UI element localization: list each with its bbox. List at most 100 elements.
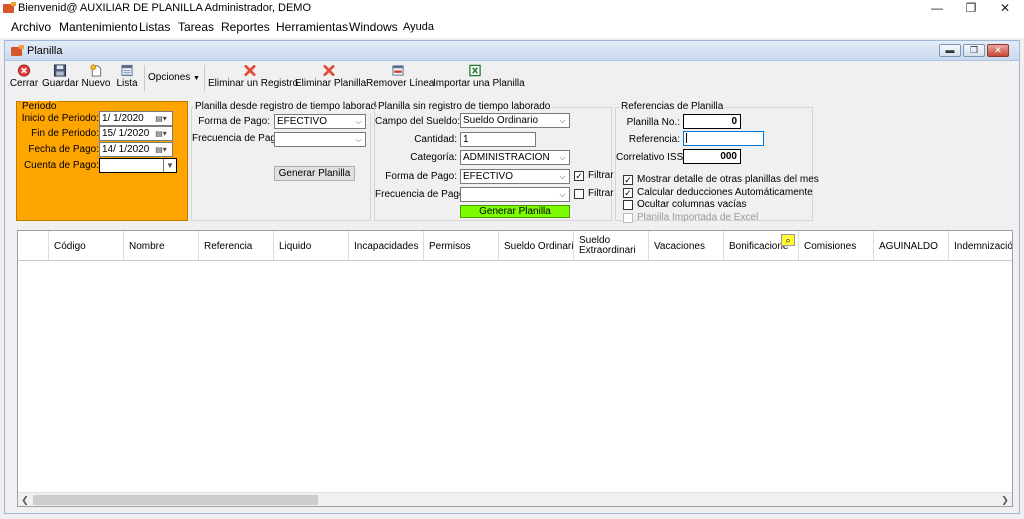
forma-pago-combo[interactable]: EFECTIVO ⌵	[460, 169, 570, 184]
planilla-window: Planilla ▬ ❐ ✕ Cerrar Guardar Nuevo List…	[4, 40, 1020, 514]
categoria-label: Categoría:	[410, 152, 457, 163]
scrollbar-thumb[interactable]	[33, 495, 318, 505]
forma-pago-label: Forma de Pago:	[198, 116, 270, 127]
list-icon	[121, 64, 133, 77]
filtrar-forma-label: Filtrar	[588, 170, 614, 181]
generar-planilla-button[interactable]: Generar Planilla	[274, 166, 355, 181]
inicio-periodo-label: Inicio de Periodo:	[21, 113, 99, 124]
menu-tareas[interactable]: Tareas	[178, 20, 214, 34]
excel-icon	[469, 64, 481, 77]
chevron-down-icon: ⌵	[559, 153, 566, 162]
cancel-icon	[17, 64, 31, 77]
cerrar-button[interactable]: Cerrar	[9, 63, 39, 93]
menu-reportes[interactable]: Reportes	[221, 20, 270, 34]
column-header[interactable]: Referencia	[199, 231, 274, 260]
scroll-right-icon[interactable]: ❯	[998, 493, 1012, 507]
menu-ayuda[interactable]: Ayuda	[403, 21, 434, 33]
desde-registro-title: Planilla desde registro de tiempo labora…	[194, 101, 383, 113]
referencias-group: Referencias de Planilla Planilla No.: 0 …	[615, 101, 819, 223]
column-header[interactable]: Sueldo Ordinario	[499, 231, 574, 260]
column-header[interactable]: Permisos	[424, 231, 499, 260]
referencia-input[interactable]	[683, 131, 764, 146]
eliminar-registro-button[interactable]: Eliminar un Registro	[208, 63, 298, 93]
floppy-disk-icon	[53, 64, 67, 77]
delete-x-icon	[244, 64, 256, 77]
scroll-left-icon[interactable]: ❮	[18, 493, 32, 507]
app-icon	[3, 2, 16, 13]
remove-row-icon	[392, 65, 404, 76]
column-header[interactable]: Nombre	[124, 231, 199, 260]
chevron-down-icon: ⌵	[355, 135, 362, 144]
close-button[interactable]: ✕	[988, 0, 1022, 17]
column-header[interactable]: Liquido	[274, 231, 349, 260]
dropdown-arrow-icon[interactable]: ▼	[163, 159, 176, 172]
menu-windows[interactable]: Windows	[349, 20, 398, 34]
planilla-no-input[interactable]: 0	[683, 114, 741, 129]
frecuencia-pago-combo[interactable]: ⌵	[460, 187, 570, 202]
fin-periodo-picker[interactable]: 15/ 1/2020 ▤▾	[99, 126, 173, 141]
mostrar-detalle-checkbox[interactable]: ✓	[623, 175, 633, 185]
fecha-pago-picker[interactable]: 14/ 1/2020 ▤▾	[99, 142, 173, 157]
column-header[interactable]: Incapacidades	[349, 231, 424, 260]
correlativo-input[interactable]: 000	[683, 149, 741, 164]
calendar-icon[interactable]: ▤▾	[151, 144, 171, 155]
magnifier-icon[interactable]: ⌕	[781, 234, 795, 246]
column-header[interactable]: Indemnización	[949, 231, 1012, 260]
calcular-deducciones-checkbox[interactable]: ✓	[623, 188, 633, 198]
nuevo-button[interactable]: Nuevo	[81, 63, 111, 93]
cantidad-label: Cantidad:	[414, 134, 457, 145]
window-titlebar: Bienvenid@ AUXILIAR DE PLANILLA Administ…	[0, 0, 1024, 17]
menu-bar: Archivo Mantenimiento Listas Tareas Repo…	[0, 17, 1024, 38]
calendar-icon[interactable]: ▤▾	[151, 113, 171, 124]
filtrar-forma-checkbox[interactable]: ✓	[574, 171, 584, 181]
campo-sueldo-label: Campo del Sueldo:	[375, 116, 461, 127]
toolbar-separator	[204, 65, 205, 91]
inicio-periodo-picker[interactable]: 1/ 1/2020 ▤▾	[99, 111, 173, 126]
guardar-button[interactable]: Guardar	[42, 63, 79, 93]
categoria-combo[interactable]: ADMINISTRACION ⌵	[460, 150, 570, 165]
window-title: Bienvenid@ AUXILIAR DE PLANILLA Administ…	[18, 2, 312, 14]
planilla-importada-checkbox	[623, 213, 633, 223]
campo-sueldo-combo[interactable]: Sueldo Ordinario ⌵	[460, 113, 570, 128]
column-header[interactable]: AGUINALDO	[874, 231, 949, 260]
column-header[interactable]: Sueldo Extraordinari	[574, 231, 649, 260]
frecuencia-pago-combo[interactable]: ⌵	[274, 132, 366, 147]
planilla-importada-label: Planilla Importada de Excel	[637, 212, 759, 223]
planilla-icon	[11, 45, 24, 56]
maximize-button[interactable]: ❐	[954, 0, 988, 17]
opciones-dropdown[interactable]: Opciones ▼	[147, 71, 201, 87]
filtrar-frecuencia-label: Filtrar	[588, 188, 614, 199]
column-header[interactable]: Código	[49, 231, 124, 260]
ocultar-columnas-checkbox[interactable]	[623, 200, 633, 210]
child-close-button[interactable]: ✕	[987, 44, 1009, 57]
ocultar-columnas-label: Ocultar columnas vacías	[637, 199, 747, 210]
forma-pago-label: Forma de Pago:	[385, 171, 457, 182]
menu-mantenimiento[interactable]: Mantenimiento	[59, 20, 138, 34]
child-minimize-button[interactable]: ▬	[939, 44, 961, 57]
chevron-down-icon: ⌵	[559, 190, 566, 199]
correlativo-label: Correlativo ISSS:	[616, 152, 693, 163]
remover-linea-button[interactable]: Remover Línea	[366, 63, 434, 93]
chevron-down-icon: ⌵	[559, 172, 566, 181]
referencia-label: Referencia:	[628, 134, 680, 145]
column-header[interactable]: Vacaciones	[649, 231, 724, 260]
child-restore-button[interactable]: ❐	[963, 44, 985, 57]
menu-listas[interactable]: Listas	[139, 20, 170, 34]
menu-archivo[interactable]: Archivo	[11, 20, 51, 34]
lista-button[interactable]: Lista	[114, 63, 140, 93]
forma-pago-combo[interactable]: EFECTIVO ⌵	[274, 114, 366, 129]
planilla-grid[interactable]: Código Nombre Referencia Liquido Incapac…	[17, 230, 1013, 507]
generar-planilla-sin-registro-button[interactable]: Generar Planilla	[460, 205, 570, 218]
cuenta-pago-combo[interactable]: ▼	[99, 158, 177, 173]
cantidad-input[interactable]: 1	[460, 132, 536, 147]
row-selector-header	[18, 231, 49, 260]
eliminar-planilla-button[interactable]: Eliminar Planilla	[295, 63, 366, 93]
importar-planilla-button[interactable]: Importar una Planilla	[433, 63, 525, 93]
menu-herramientas[interactable]: Herramientas	[276, 20, 348, 34]
column-header[interactable]: Comisiones	[799, 231, 874, 260]
minimize-button[interactable]: —	[920, 0, 954, 17]
frecuencia-pago-label: Frecuencia de Pago:	[192, 133, 285, 144]
filtrar-frecuencia-checkbox[interactable]	[574, 189, 584, 199]
horizontal-scrollbar[interactable]: ❮ ❯	[18, 492, 1012, 506]
calendar-icon[interactable]: ▤▾	[151, 128, 171, 139]
